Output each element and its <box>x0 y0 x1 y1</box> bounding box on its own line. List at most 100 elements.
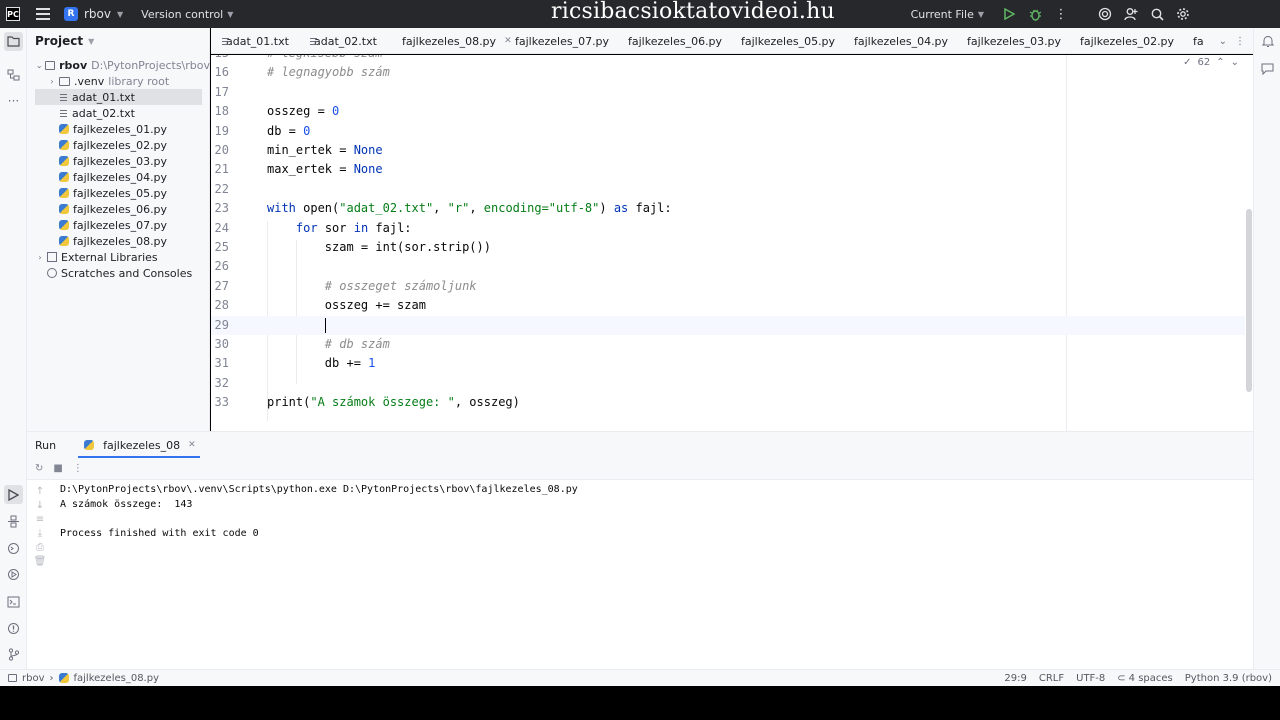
line-separator[interactable]: CRLF <box>1039 673 1064 684</box>
tree-item[interactable]: fajlkezeles_04.py <box>27 169 210 185</box>
notifications-bell-icon[interactable] <box>1258 32 1277 51</box>
python-console-icon[interactable] <box>4 539 23 558</box>
code-line[interactable]: 17 <box>211 83 1245 102</box>
tree-item[interactable]: adat_01.txt <box>35 89 202 105</box>
line-number[interactable]: 19 <box>211 122 229 141</box>
line-number[interactable]: 25 <box>211 238 229 257</box>
tree-item[interactable]: fajlkezeles_02.py <box>27 137 210 153</box>
code-line[interactable]: 31 db += 1 <box>211 354 1245 373</box>
tab-fajlkezeles-02-py[interactable]: fajlkezeles_02.py <box>1065 28 1178 53</box>
settings-gear-icon[interactable] <box>1170 0 1196 28</box>
code-line[interactable]: 29 <box>211 315 1245 335</box>
python-interpreter[interactable]: Python 3.9 (rbov) <box>1185 673 1272 684</box>
chevron-right-icon[interactable]: › <box>47 77 57 86</box>
run-tab-fajlkezeles-08[interactable]: fajlkezeles_08 ✕ <box>78 432 200 458</box>
ai-assistant-icon[interactable] <box>1092 0 1118 28</box>
line-number[interactable]: 20 <box>211 141 229 160</box>
project-switcher[interactable]: R rbov ▼ <box>64 7 123 21</box>
tree-item[interactable]: ⌄ rbov D:\PytonProjects\rbov <box>27 57 210 73</box>
git-icon[interactable] <box>4 645 23 664</box>
version-control-menu[interactable]: Version control ▼ <box>141 8 233 21</box>
tab-fajlkezeles-07-py[interactable]: fajlkezeles_07.py <box>500 28 613 53</box>
tab-fajlkezeles-06-py[interactable]: fajlkezeles_06.py <box>613 28 726 53</box>
tabs-more-icon[interactable]: ⋮ <box>1235 36 1245 47</box>
caret-position[interactable]: 29:9 <box>1004 673 1026 684</box>
chevron-down-icon[interactable]: ⌄ <box>1231 57 1239 68</box>
line-number[interactable]: 16 <box>211 63 229 82</box>
code-line[interactable]: 23 with open("adat_02.txt", "r", encoding… <box>211 199 1245 218</box>
tree-item[interactable]: fajlkezeles_03.py <box>27 153 210 169</box>
stop-icon[interactable]: ■ <box>53 463 62 474</box>
print-icon[interactable]: ⎙ <box>36 542 44 553</box>
tree-item[interactable]: fajlkezeles_01.py <box>27 121 210 137</box>
more-options-icon[interactable]: ⋮ <box>73 463 83 474</box>
inspection-widget[interactable]: ✓ 62 ⌃ ⌄ <box>1183 57 1239 68</box>
code-line[interactable]: 18 osszeg = 0 <box>211 102 1245 121</box>
tab-adat-02-txt[interactable]: adat_02.txt <box>299 28 387 53</box>
tree-item[interactable]: › .venv library root <box>27 73 210 89</box>
debug-icon[interactable] <box>1022 0 1048 28</box>
run-configuration-selector[interactable]: Current File ▼ <box>911 8 984 21</box>
line-number[interactable]: 24 <box>211 219 229 238</box>
line-number[interactable]: 31 <box>211 354 229 373</box>
line-number[interactable]: 29 <box>211 316 229 335</box>
rerun-icon[interactable]: ↻ <box>35 463 43 474</box>
code-line[interactable]: 15 # legkisebb szám <box>211 55 1245 63</box>
scroll-up-icon[interactable]: ↑ <box>36 486 44 497</box>
breadcrumb-file[interactable]: fajlkezeles_08.py <box>74 673 160 684</box>
line-number[interactable]: 27 <box>211 277 229 296</box>
line-number[interactable]: 22 <box>211 180 229 199</box>
code-line[interactable]: 19 db = 0 <box>211 122 1245 141</box>
python-packages-icon[interactable] <box>4 512 23 531</box>
run-icon[interactable] <box>996 0 1022 28</box>
code-line[interactable]: 26 <box>211 257 1245 276</box>
editor-scrollbar[interactable] <box>1246 209 1252 392</box>
services-icon[interactable] <box>4 565 23 584</box>
close-icon[interactable]: ✕ <box>188 440 196 450</box>
terminal-icon[interactable] <box>4 592 23 611</box>
tab-fajlkezeles-08-py[interactable]: fajlkezeles_08.py ✕ <box>387 28 512 53</box>
code-line[interactable]: 30 # db szám <box>211 335 1245 354</box>
tree-item[interactable]: adat_02.txt <box>27 105 210 121</box>
line-number[interactable]: 28 <box>211 296 229 315</box>
main-menu-icon[interactable] <box>36 8 50 20</box>
line-number[interactable]: 30 <box>211 335 229 354</box>
problems-icon[interactable] <box>4 619 23 638</box>
more-actions-icon[interactable]: ⋮ <box>1048 0 1074 28</box>
soft-wrap-icon[interactable]: ≡ <box>36 514 44 525</box>
code-line[interactable]: 16 # legnagyobb szám <box>211 63 1245 82</box>
code-line[interactable]: 21 max_ertek = None <box>211 160 1245 179</box>
code-line[interactable]: 32 <box>211 374 1245 393</box>
indent-setting[interactable]: ⊂ 4 spaces <box>1117 673 1172 684</box>
console-output[interactable]: D:\PytonProjects\rbov\.venv\Scripts\pyth… <box>60 483 578 541</box>
breadcrumb-project[interactable]: rbov <box>22 673 45 684</box>
clear-trash-icon[interactable]: 🗑 <box>34 556 47 567</box>
tab-fajlkezeles-05-py[interactable]: fajlkezeles_05.py <box>726 28 839 53</box>
project-tool-folder-icon[interactable] <box>4 32 23 51</box>
tab-fajlkezeles-04-py[interactable]: fajlkezeles_04.py <box>839 28 952 53</box>
tab-list-chevron-icon[interactable]: ⌄ <box>1219 36 1227 47</box>
structure-icon[interactable] <box>4 65 23 84</box>
tab-adat-01-txt[interactable]: adat_01.txt <box>211 28 299 53</box>
search-icon[interactable] <box>1144 0 1170 28</box>
tree-item[interactable]: › External Libraries <box>27 249 210 265</box>
scroll-down-icon[interactable]: ↓ <box>36 500 44 511</box>
code-editor[interactable]: 15# legkisebb szám16# legnagyobb szám171… <box>211 55 1253 431</box>
tab-fajlkezeles-03-py[interactable]: fajlkezeles_03.py <box>952 28 1065 53</box>
tree-item[interactable]: fajlkezeles_05.py <box>27 185 210 201</box>
code-line[interactable]: 25 szam = int(sor.strip()) <box>211 238 1245 257</box>
line-number[interactable]: 15 <box>211 55 229 63</box>
ai-chat-icon[interactable] <box>1258 59 1277 78</box>
add-user-icon[interactable] <box>1118 0 1144 28</box>
more-tool-windows-icon[interactable]: ··· <box>4 91 23 110</box>
scroll-to-end-icon[interactable]: ⤓ <box>38 528 42 539</box>
tree-item[interactable]: fajlkezeles_08.py <box>27 233 210 249</box>
tree-item[interactable]: Scratches and Consoles <box>27 265 210 281</box>
chevron-up-icon[interactable]: ⌃ <box>1216 57 1224 68</box>
line-number[interactable]: 23 <box>211 199 229 218</box>
code-line[interactable]: 24 for sor in fajl: <box>211 219 1245 238</box>
code-line[interactable]: 20 min_ertek = None <box>211 141 1245 160</box>
tab-fa[interactable]: fa <box>1178 28 1208 53</box>
line-number[interactable]: 32 <box>211 374 229 393</box>
chevron-down-icon[interactable]: ⌄ <box>35 61 43 70</box>
